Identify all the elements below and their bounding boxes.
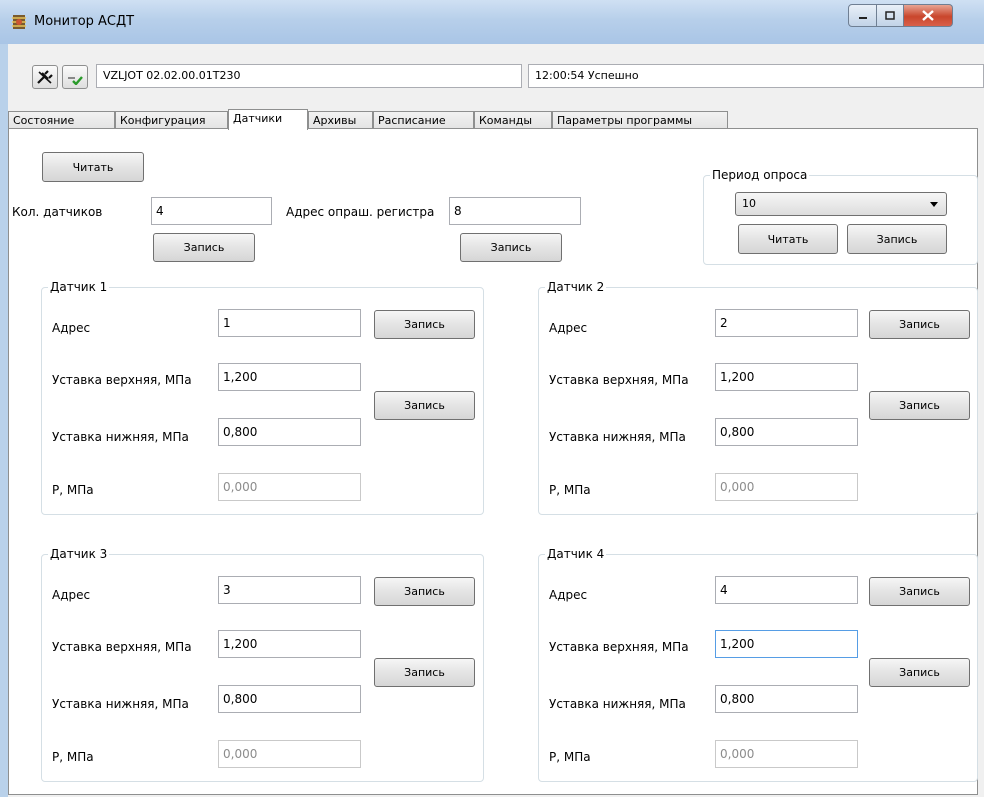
upper-setpoint-label: Уставка верхняя, МПа (549, 373, 689, 387)
pressure-readout (218, 740, 361, 768)
disconnect-plug-icon (37, 70, 53, 84)
disconnect-button[interactable] (32, 65, 58, 89)
register-address-label: Адрес опраш. регистра (286, 205, 435, 219)
poll-period-value: 10 (742, 197, 756, 210)
sensor-count-label: Кол. датчиков (12, 205, 103, 219)
lower-setpoint-input[interactable] (218, 685, 361, 713)
pressure-label: P, МПа (549, 483, 591, 497)
address-input[interactable] (218, 309, 361, 337)
sensor-group-1: Датчик 1 Адрес Запись Уставка верхняя, М… (41, 280, 484, 515)
upper-setpoint-input[interactable] (715, 630, 858, 658)
poll-period-write-button[interactable]: Запись (847, 224, 947, 254)
pressure-label: P, МПа (549, 750, 591, 764)
sensor-group-2: Датчик 2 Адрес Запись Уставка верхняя, М… (538, 280, 978, 515)
status-field: 12:00:54 Успешно (528, 64, 984, 88)
sensor-title: Датчик 2 (545, 280, 607, 294)
sensor-group-3: Датчик 3 Адрес Запись Уставка верхняя, М… (41, 547, 484, 782)
lower-setpoint-label: Уставка нижняя, МПа (52, 697, 189, 711)
address-label: Адрес (549, 321, 588, 335)
read-button[interactable]: Читать (42, 152, 144, 182)
minimize-button[interactable] (848, 4, 877, 27)
address-input[interactable] (715, 309, 858, 337)
address-write-button[interactable]: Запись (869, 577, 970, 606)
tab-commands[interactable]: Команды (474, 111, 552, 129)
maximize-icon (885, 10, 895, 20)
address-input[interactable] (218, 576, 361, 604)
client-area: VZLJOT 02.02.00.01T230 12:00:54 Успешно … (8, 44, 984, 797)
maximize-button[interactable] (877, 4, 904, 27)
pressure-readout (715, 473, 858, 501)
connect-button[interactable] (62, 65, 88, 89)
address-label: Адрес (52, 588, 91, 602)
poll-period-title: Период опроса (710, 168, 810, 182)
poll-period-read-button[interactable]: Читать (738, 224, 838, 254)
minimize-icon (858, 16, 867, 19)
lower-setpoint-label: Уставка нижняя, МПа (549, 697, 686, 711)
device-id-field: VZLJOT 02.02.00.01T230 (96, 64, 522, 88)
lower-setpoint-input[interactable] (715, 418, 858, 446)
tab-configuration[interactable]: Конфигурация (115, 111, 228, 129)
lower-setpoint-input[interactable] (715, 685, 858, 713)
pressure-readout (715, 740, 858, 768)
poll-period-select[interactable]: 10 (735, 192, 947, 216)
pressure-label: P, МПа (52, 483, 94, 497)
upper-setpoint-input[interactable] (218, 363, 361, 391)
tab-archives[interactable]: Архивы (308, 111, 373, 129)
window-title: Монитор АСДТ (34, 14, 135, 29)
sensor-title: Датчик 3 (48, 547, 110, 561)
tab-program-parameters[interactable]: Параметры программы (552, 111, 728, 129)
upper-setpoint-label: Уставка верхняя, МПа (549, 640, 689, 654)
sensor-title: Датчик 1 (48, 280, 110, 294)
title-bar: Монитор АСДТ (0, 0, 984, 44)
register-write-button[interactable]: Запись (460, 233, 562, 262)
poll-period-group: Период опроса 10 Читать Запись (703, 168, 978, 265)
address-label: Адрес (52, 321, 91, 335)
close-button[interactable] (904, 4, 953, 27)
address-write-button[interactable]: Запись (374, 310, 475, 339)
tab-sensors[interactable]: Датчики (228, 109, 308, 130)
lower-setpoint-label: Уставка нижняя, МПа (549, 430, 686, 444)
sensor-title: Датчик 4 (545, 547, 607, 561)
address-write-button[interactable]: Запись (374, 577, 475, 606)
sensors-page: Читать Кол. датчиков Адрес опраш. регист… (8, 128, 978, 795)
tab-schedule[interactable]: Расписание (373, 111, 474, 129)
setpoint-write-button[interactable]: Запись (374, 658, 475, 687)
setpoint-write-button[interactable]: Запись (869, 391, 970, 420)
app-icon (12, 15, 26, 29)
address-label: Адрес (549, 588, 588, 602)
address-input[interactable] (715, 576, 858, 604)
toolbar: VZLJOT 02.02.00.01T230 12:00:54 Успешно (8, 44, 984, 107)
pressure-label: P, МПа (52, 750, 94, 764)
upper-setpoint-label: Уставка верхняя, МПа (52, 373, 192, 387)
sensor-group-4: Датчик 4 Адрес Запись Уставка верхняя, М… (538, 547, 978, 782)
chevron-down-icon (930, 202, 938, 207)
window-controls (848, 4, 953, 27)
sensor-count-write-button[interactable]: Запись (153, 233, 255, 262)
pressure-readout (218, 473, 361, 501)
close-icon (922, 10, 934, 21)
app-window: Монитор АСДТ VZLJOT 02.02.00.01T230 12:0… (0, 0, 984, 797)
upper-setpoint-label: Уставка верхняя, МПа (52, 640, 192, 654)
tab-strip: Состояние Конфигурация Датчики Архивы Ра… (8, 109, 984, 130)
setpoint-write-button[interactable]: Запись (869, 658, 970, 687)
sensor-count-input[interactable] (151, 197, 272, 225)
upper-setpoint-input[interactable] (218, 630, 361, 658)
setpoint-write-button[interactable]: Запись (374, 391, 475, 420)
lower-setpoint-label: Уставка нижняя, МПа (52, 430, 189, 444)
connect-check-icon (68, 76, 83, 85)
address-write-button[interactable]: Запись (869, 310, 970, 339)
register-address-input[interactable] (449, 197, 581, 225)
lower-setpoint-input[interactable] (218, 418, 361, 446)
upper-setpoint-input[interactable] (715, 363, 858, 391)
tab-status[interactable]: Состояние (8, 111, 115, 129)
